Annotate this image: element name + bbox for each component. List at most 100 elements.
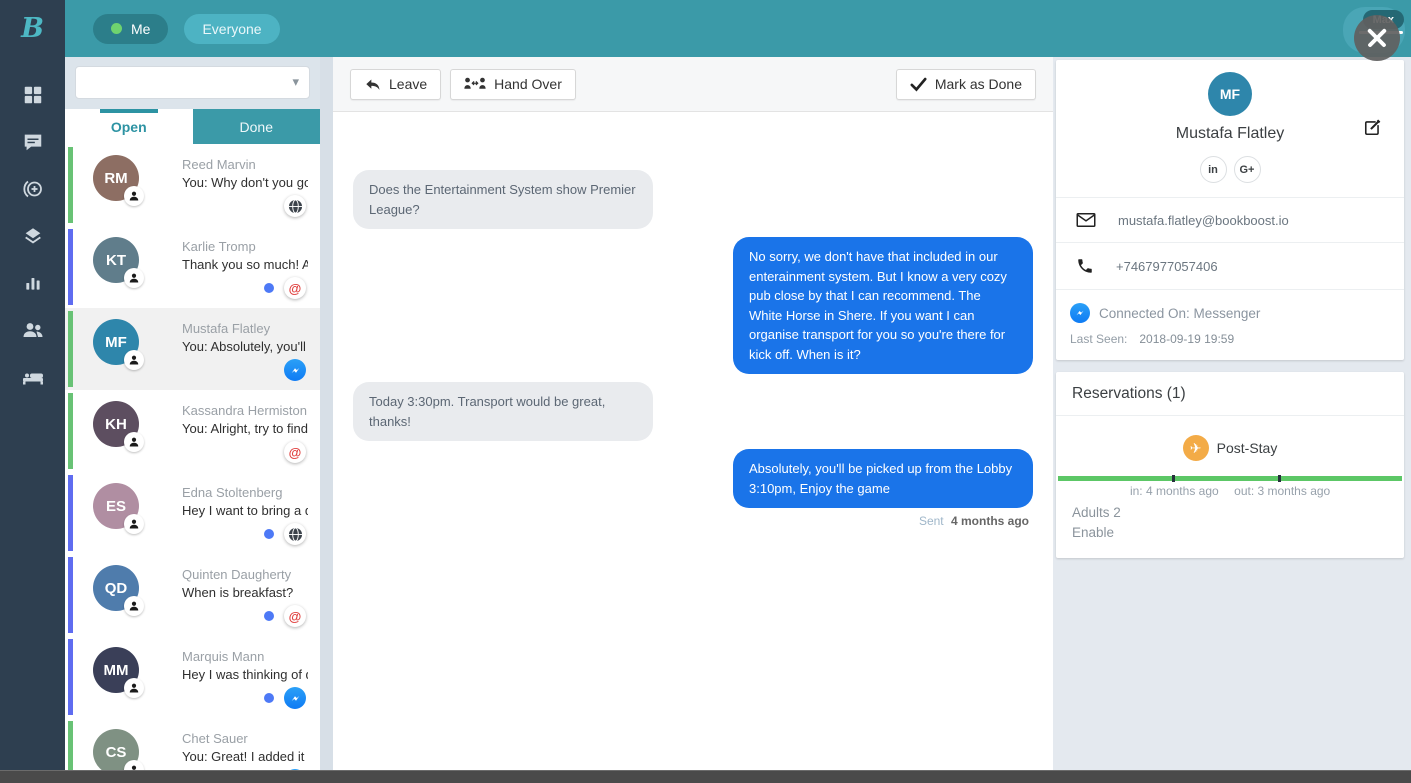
stay-timeline (1058, 476, 1402, 481)
tab-done[interactable]: Done (193, 109, 321, 144)
googleplus-icon[interactable]: G+ (1234, 156, 1261, 183)
stage-label: Post-Stay (1217, 440, 1278, 456)
tab-done-label: Done (240, 119, 273, 135)
online-dot-icon (111, 23, 122, 34)
edit-contact-icon[interactable] (1363, 118, 1382, 142)
audiences-icon[interactable] (18, 177, 48, 201)
filter-me-button[interactable]: Me (93, 14, 168, 44)
dashboard-icon[interactable] (18, 83, 48, 107)
filter-everyone-button[interactable]: Everyone (184, 14, 279, 44)
conversation-name: Reed Marvin (182, 156, 308, 173)
avatar-initials: ES (106, 498, 126, 515)
mark-as-done-button[interactable]: Mark as Done (896, 69, 1036, 100)
avatar: MF (93, 319, 139, 365)
guest-badge-icon (124, 678, 144, 698)
avatar: ES (93, 483, 139, 529)
guest-message: Does the Entertainment System show Premi… (353, 170, 1033, 229)
leave-button[interactable]: Leave (350, 69, 441, 100)
layers-icon[interactable] (18, 224, 48, 248)
contact-email[interactable]: mustafa.flatley@bookboost.io (1118, 213, 1289, 228)
app-logo[interactable]: B (0, 0, 65, 57)
linkedin-icon[interactable]: in (1200, 156, 1227, 183)
conversation-list-item[interactable]: KH Kassandra Hermiston You: Alright, try… (65, 390, 320, 472)
reservations-card: Reservations (1) ✈ Post-Stay in: 4 month… (1056, 372, 1404, 558)
unread-dot-icon (264, 611, 274, 621)
check-out-label: out: 3 months ago (1234, 484, 1330, 498)
messenger-channel-icon (284, 687, 306, 709)
channel-status-strip (68, 311, 73, 387)
panel-gap (320, 57, 333, 770)
contact-phone[interactable]: +7467977057406 (1116, 259, 1218, 274)
channel-status-strip (68, 475, 73, 551)
conversation-name: Quinten Daugherty (182, 566, 308, 583)
enable-field[interactable]: Enable (1056, 523, 1404, 543)
channel-status-strip (68, 721, 73, 770)
messages-icon[interactable] (18, 130, 48, 154)
social-links: in G+ (1056, 156, 1404, 183)
conversation-list-item[interactable]: KT Karlie Tromp Thank you so much! Aweso… (65, 226, 320, 308)
conversation-filter-select[interactable]: ▾ (75, 66, 310, 99)
conversation-list-item[interactable]: MF Mustafa Flatley You: Absolutely, you'… (65, 308, 320, 390)
guest-badge-icon (124, 186, 144, 206)
conversation-preview: You: Absolutely, you'll be pic (182, 337, 308, 356)
email-channel-icon: @ (284, 277, 306, 299)
conversation-text: Marquis Mann Hey I was thinking of doing… (182, 648, 308, 709)
conversation-list-item[interactable]: ES Edna Stoltenberg Hey I want to bring … (65, 472, 320, 554)
unread-dot-icon (264, 529, 274, 539)
contact-avatar-initials: MF (1220, 86, 1240, 102)
messenger-icon (1070, 303, 1090, 323)
envelope-icon (1076, 212, 1096, 228)
conversation-name: Chet Sauer (182, 730, 308, 747)
message-bubble: Today 3:30pm. Transport would be great, … (353, 382, 653, 441)
conversation-list-item[interactable]: RM Reed Marvin You: Why don't you go up … (65, 144, 320, 226)
check-in-tick (1172, 475, 1175, 482)
guest-badge-icon (124, 760, 144, 770)
conversation-text: Quinten Daugherty When is breakfast? @ (182, 566, 308, 627)
conversation-panel: ▾ Open Done RM Reed Marvin You: Why don'… (65, 57, 320, 770)
last-seen-value: 2018-09-19 19:59 (1139, 332, 1234, 346)
conversation-name: Mustafa Flatley (182, 320, 308, 337)
avatar-initials: RM (104, 170, 127, 187)
guest-badge-icon (124, 596, 144, 616)
nav-sidebar (0, 57, 65, 770)
avatar-initials: QD (105, 580, 128, 597)
message-bubble: No sorry, we don't have that included in… (733, 237, 1033, 374)
guest-badge-icon (124, 350, 144, 370)
conversation-list-item[interactable]: MM Marquis Mann Hey I was thinking of do… (65, 636, 320, 718)
main-area: ▾ Open Done RM Reed Marvin You: Why don'… (0, 57, 1411, 770)
conversation-list-item[interactable]: QD Quinten Daugherty When is breakfast? … (65, 554, 320, 636)
channel-status-strip (68, 229, 73, 305)
contact-header: MF Mustafa Flatley in G+ (1056, 72, 1404, 197)
avatar: KT (93, 237, 139, 283)
channel-status-strip (68, 557, 73, 633)
conversation-name: Marquis Mann (182, 648, 308, 665)
hand-over-label: Hand Over (494, 76, 562, 92)
rooms-icon[interactable] (18, 365, 48, 389)
bookboost-logo-icon: B (21, 13, 44, 44)
guest-badge-icon (124, 268, 144, 288)
conversation-text: Edna Stoltenberg Hey I want to bring a d… (182, 484, 308, 545)
check-out-tick (1278, 475, 1281, 482)
contact-name: Mustafa Flatley (1056, 125, 1404, 143)
close-icon[interactable] (1354, 15, 1400, 61)
avatar: CS (93, 729, 139, 770)
channel-status-strip (68, 393, 73, 469)
conversation-preview: You: Great! I added it to your (182, 747, 308, 766)
conversation-icons: @ (182, 277, 308, 299)
last-seen-row: Last Seen: 2018-09-19 19:59 (1070, 332, 1390, 346)
conversation-list-item[interactable]: CS Chet Sauer You: Great! I added it to … (65, 718, 320, 770)
mark-as-done-label: Mark as Done (935, 76, 1022, 92)
connected-row: Connected On: Messenger Last Seen:2018-0… (1056, 289, 1404, 360)
conversation-text: Mustafa Flatley You: Absolutely, you'll … (182, 320, 308, 381)
tab-open[interactable]: Open (65, 109, 193, 144)
contact-avatar: MF (1208, 72, 1252, 116)
last-seen-label: Last Seen: (1070, 332, 1127, 346)
hand-over-button[interactable]: Hand Over (450, 69, 576, 100)
analytics-icon[interactable] (18, 271, 48, 295)
team-icon[interactable] (18, 318, 48, 342)
filter-me-label: Me (131, 21, 150, 37)
conversation-name: Kassandra Hermiston (182, 402, 308, 419)
conversation-preview: You: Why don't you go up an (182, 173, 308, 192)
guest-message: Today 3:30pm. Transport would be great, … (353, 382, 1033, 441)
conversation-text: Kassandra Hermiston You: Alright, try to… (182, 402, 308, 463)
